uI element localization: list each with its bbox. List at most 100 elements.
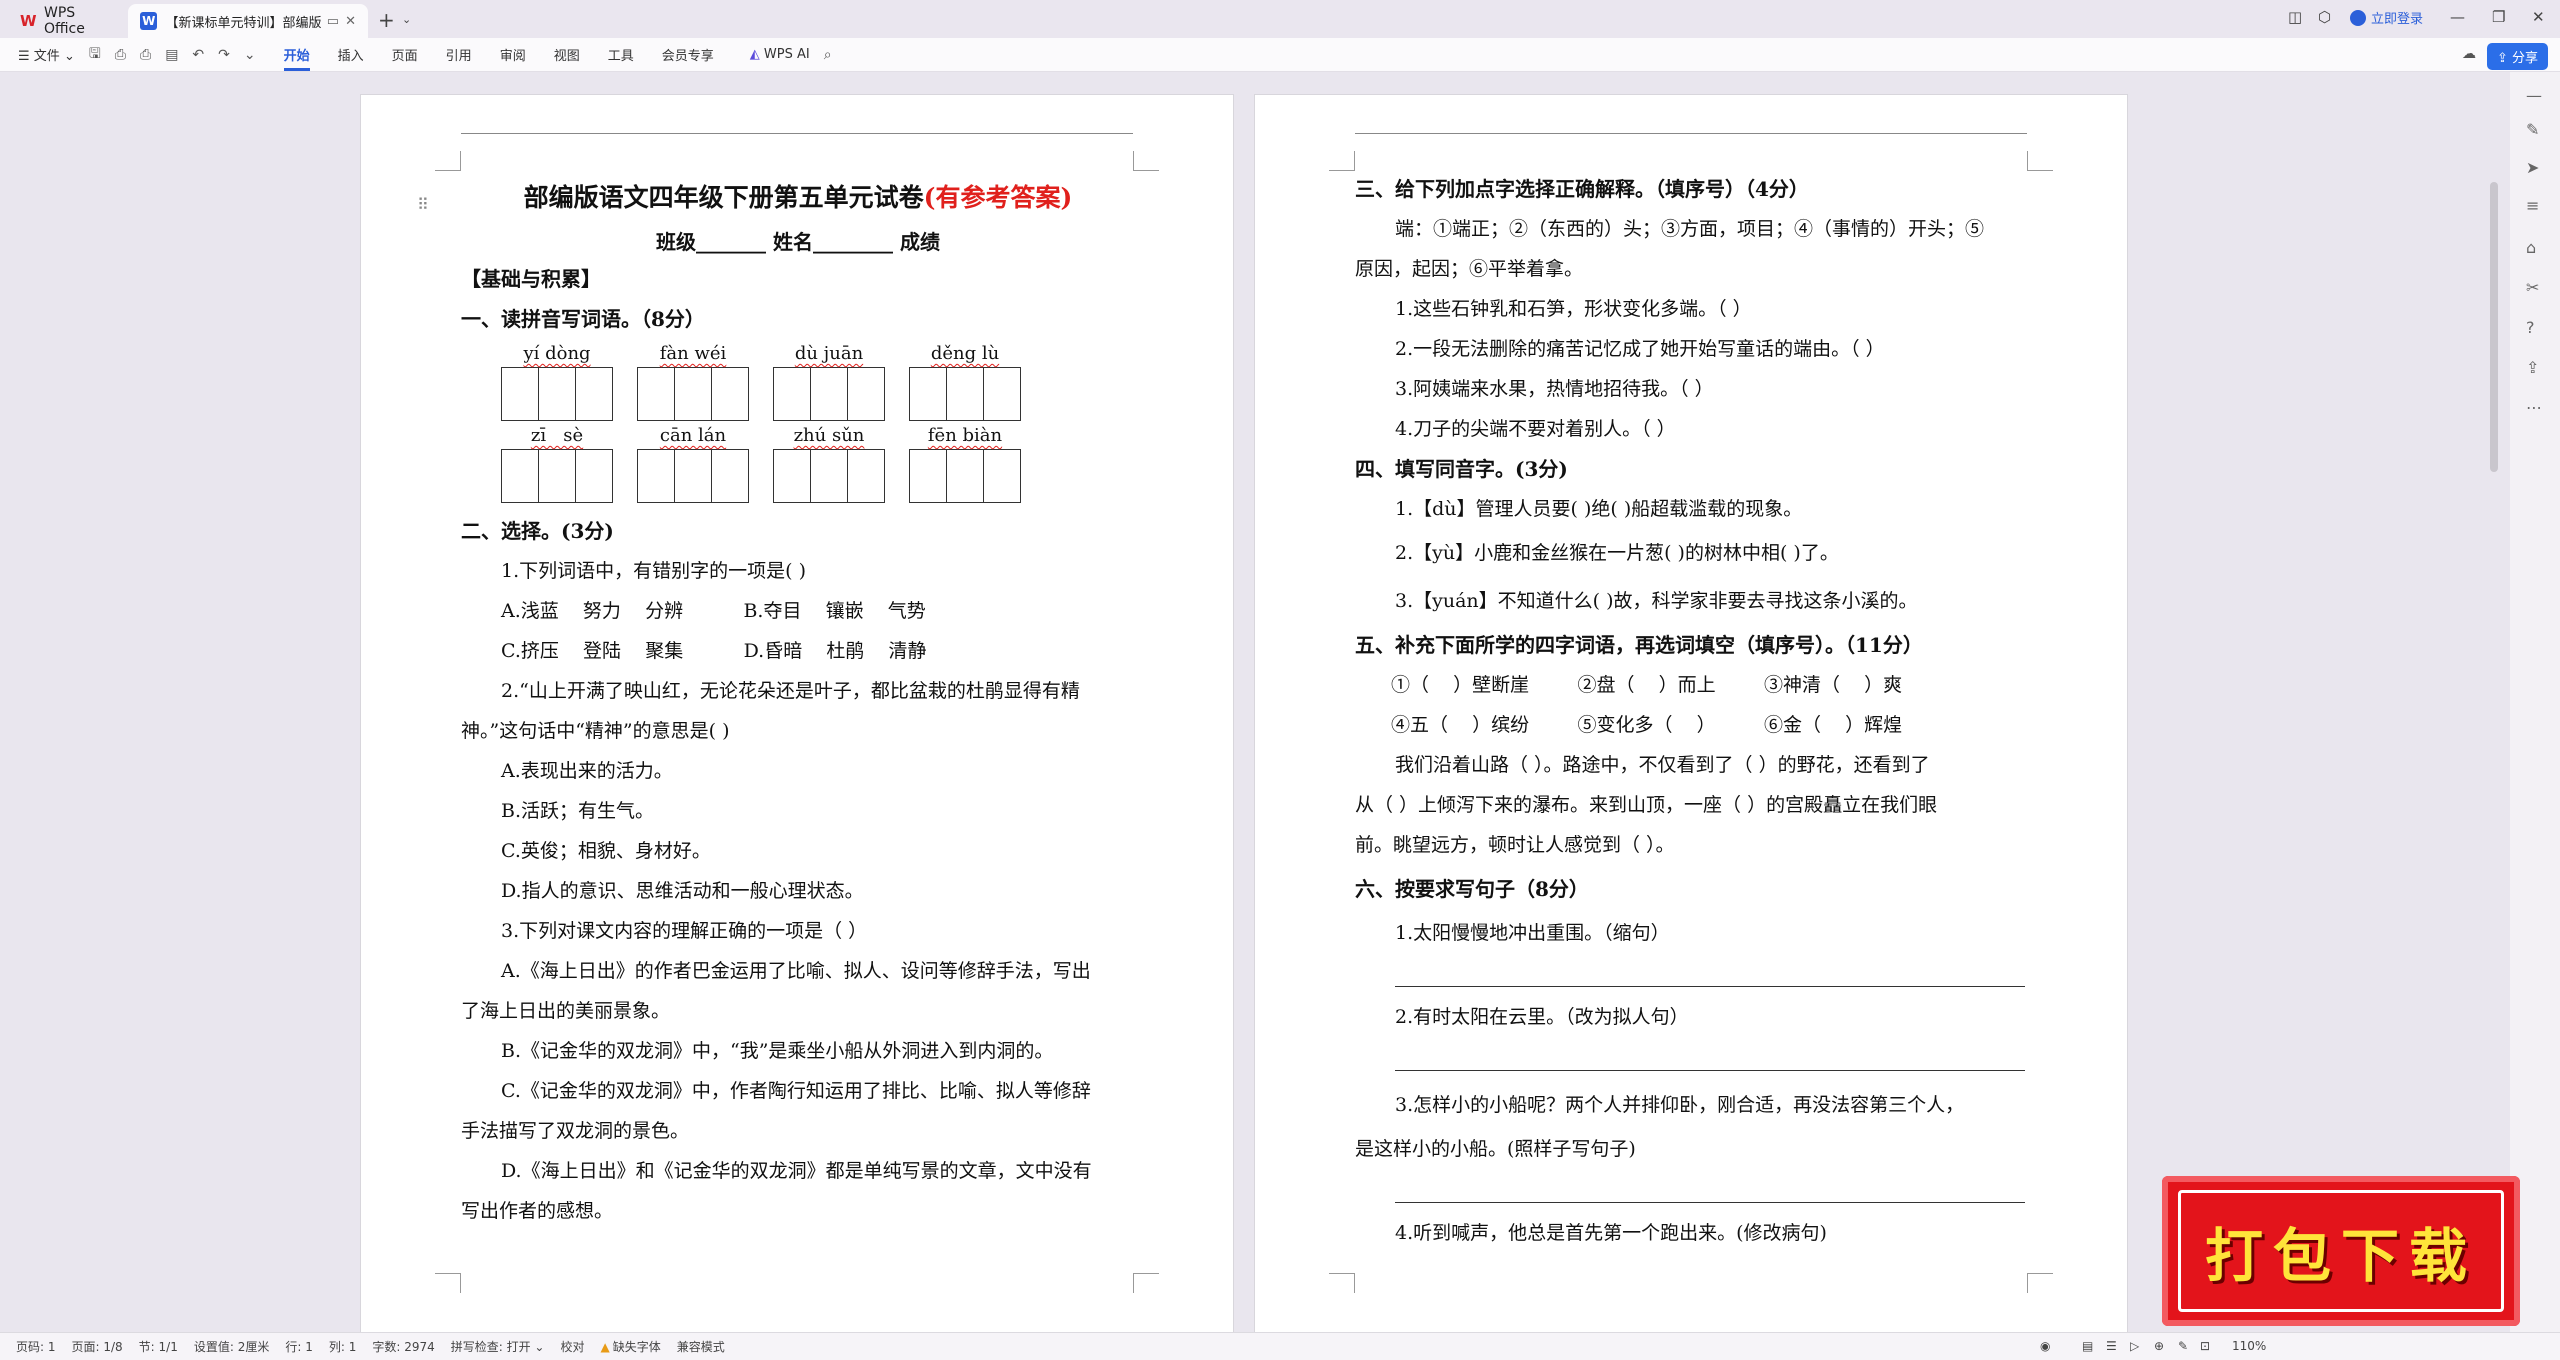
paragraph-text: 我们沿着山路（ ）。路途中，不仅看到了（ ）的野花，还看到了 (1395, 754, 1930, 776)
spell-check-label: 拼写检查: 打开 (450, 1340, 531, 1354)
redo-icon[interactable]: ↷ (218, 47, 230, 63)
status-pages[interactable]: 页面: 1/8 (72, 1338, 123, 1355)
student-info-line: 班级_______ 姓名________ 成绩 (656, 230, 940, 254)
writing-grid[interactable] (909, 367, 1021, 421)
save-icon[interactable]: 🖫 (89, 43, 101, 67)
eye-icon[interactable]: ◉ (2040, 1339, 2050, 1353)
writing-grid[interactable] (637, 449, 749, 503)
writing-grid[interactable] (637, 367, 749, 421)
page-view-icon[interactable]: ▤ (2082, 1339, 2093, 1353)
section-1-heading: 一、读拼音写词语。（8分） (461, 307, 705, 331)
login-label: 立即登录 (2371, 12, 2424, 27)
new-tab-icon[interactable]: + (378, 8, 395, 32)
tab-comment-icon[interactable]: ▭ (327, 14, 339, 29)
cube-icon[interactable]: ⬡ (2318, 8, 2331, 26)
minimize-icon[interactable]: — (2450, 8, 2465, 26)
document-page-1[interactable]: ⠿ 部编版语文四年级下册第五单元试卷(有参考答案) 班级_______ 姓名__… (360, 94, 1234, 1334)
search-icon[interactable]: ⌕ (824, 47, 832, 63)
tab-member[interactable]: 会员专享 (662, 45, 714, 64)
pen-icon[interactable]: ✎ (2178, 1339, 2188, 1353)
section-4-heading: 四、填写同音字。(3分) (1355, 457, 1568, 481)
window-layout-icon[interactable]: ◫ (2288, 8, 2302, 26)
more-icon[interactable]: ⋯ (2526, 398, 2542, 417)
web-view-icon[interactable]: ⊕ (2154, 1339, 2164, 1353)
status-missing-font[interactable]: ▲ 缺失字体 (601, 1338, 661, 1355)
help-icon[interactable]: ? (2526, 318, 2535, 337)
tab-references[interactable]: 引用 (446, 45, 472, 64)
writing-grid[interactable] (501, 367, 613, 421)
vertical-scrollbar[interactable] (2490, 182, 2498, 472)
list-view-icon[interactable]: ☰ (2106, 1339, 2117, 1353)
answer-line[interactable] (1395, 1169, 2025, 1203)
tab-document-label: 【新课标单元特训】部编版语 (165, 15, 321, 31)
writing-grid[interactable] (773, 449, 885, 503)
pinyin-group: fàn wéi (637, 341, 749, 421)
tools-icon[interactable]: ✂ (2526, 278, 2539, 297)
option-line: C.挤压 登陆 聚集 D.昏暗 杜鹃 清静 (501, 640, 927, 662)
print-icon[interactable]: ⎙ (140, 47, 151, 63)
tab-review[interactable]: 审阅 (500, 45, 526, 64)
wps-ai-button[interactable]: ◭ WPS AI (750, 47, 810, 62)
question-text: 1.【dù】管理人员要( )绝( )船超载滥载的现象。 (1395, 498, 1803, 520)
undo-icon[interactable]: ↶ (192, 47, 204, 63)
close-window-icon[interactable]: ✕ (2532, 8, 2545, 26)
tab-view[interactable]: 视图 (554, 45, 580, 64)
share-panel-icon[interactable]: ⇪ (2526, 358, 2539, 377)
edit-pen-icon[interactable]: ✎ (2526, 120, 2539, 139)
tab-page[interactable]: 页面 (392, 45, 418, 64)
answer-line[interactable] (1395, 1037, 2025, 1071)
question-text: 3.怎样小的小船呢？两个人并排仰卧，刚合适，再没法容第三个人， (1395, 1094, 1965, 1116)
status-proofread[interactable]: 校对 (560, 1338, 584, 1355)
more-chevron-icon[interactable]: ⌄ (244, 47, 256, 63)
cloud-sync-icon[interactable]: ☁ (2462, 46, 2476, 62)
status-setting[interactable]: 设置值: 2厘米 (194, 1338, 270, 1355)
status-page-code[interactable]: 页码: 1 (16, 1338, 56, 1355)
tab-start[interactable]: 开始 (283, 45, 310, 71)
section-2-heading: 二、选择。(3分) (461, 519, 614, 543)
ai-logo-icon: ◭ (749, 47, 760, 62)
collapse-panel-icon[interactable]: — (2526, 86, 2542, 105)
pinyin-group: děng lù (909, 341, 1021, 421)
tab-insert[interactable]: 插入 (338, 45, 364, 64)
status-word-count[interactable]: 字数: 2974 (372, 1338, 434, 1355)
export-icon[interactable]: ⎙ (115, 47, 126, 63)
tab-wps-home[interactable]: W WPS Office (8, 4, 128, 38)
fit-page-icon[interactable]: ⊡ (2200, 1339, 2210, 1353)
status-section[interactable]: 节: 1/1 (139, 1338, 178, 1355)
pinyin-text: fàn wéi (659, 343, 727, 364)
style-icon[interactable]: ⌂ (2526, 238, 2536, 257)
document-workspace: ⠿ 部编版语文四年级下册第五单元试卷(有参考答案) 班级_______ 姓名__… (0, 72, 2500, 1334)
stamp-text: 打包下载 (2204, 1222, 2477, 1290)
question-text: 神。”这句话中“精神”的意思是( ) (461, 720, 730, 742)
writing-grid[interactable] (773, 367, 885, 421)
tab-close-icon[interactable]: ✕ (345, 14, 356, 29)
option-line: A.表现出来的活力。 (501, 760, 673, 782)
idiom-line: ④五（ ）缤纷 ⑤变化多（ ） ⑥金（ ）辉煌 (1391, 714, 1903, 736)
zoom-level[interactable]: 110% (2232, 1339, 2266, 1353)
download-promo-stamp[interactable]: 打包下载 (2162, 1176, 2520, 1326)
play-icon[interactable]: ▷ (2130, 1339, 2139, 1353)
question-text: 4.听到喊声，他总是首先第一个跑出来。(修改病句) (1395, 1222, 1827, 1244)
header-line (461, 133, 1133, 134)
restore-icon[interactable]: ❐ (2492, 8, 2505, 26)
tab-list-chevron-icon[interactable]: ⌄ (402, 13, 411, 26)
print-preview-icon[interactable]: ▤ (165, 47, 178, 63)
tab-document[interactable]: W 【新课标单元特训】部编版语 ▭ ✕ (128, 4, 368, 38)
status-spell-check[interactable]: 拼写检查: 打开 ⌄ (451, 1338, 545, 1355)
document-page-2[interactable]: 三、给下列加点字选择正确解释。（填序号）（4分） 端：①端正；②（东西的）头；③… (1254, 94, 2128, 1334)
cursor-select-icon[interactable]: ➤ (2526, 158, 2539, 177)
option-line: D.《海上日出》和《记金华的双龙洞》都是单纯写景的文章，文中没有 (501, 1160, 1092, 1182)
ribbon-toolbar: ☰ 文件 ⌄ 🖫 ⎙ ⎙ ▤ ↶ ↷ ⌄ 开始 插入 页面 引用 审阅 视图 工… (0, 38, 2560, 72)
writing-grid[interactable] (501, 449, 613, 503)
answer-line[interactable] (1395, 953, 2025, 987)
drag-handle-icon[interactable]: ⠿ (417, 195, 429, 214)
wps-logo-icon: W (20, 12, 37, 30)
share-button[interactable]: ⇪ 分享 (2486, 43, 2548, 70)
writing-grid[interactable] (909, 449, 1021, 503)
login-button[interactable]: 立即登录 (2350, 8, 2423, 27)
tab-tools[interactable]: 工具 (608, 45, 634, 64)
option-line: B.活跃；有生气。 (501, 800, 655, 822)
settings-sliders-icon[interactable]: ≡ (2526, 196, 2539, 215)
warning-icon: ▲ (600, 1340, 610, 1354)
file-menu-button[interactable]: ☰ 文件 ⌄ (18, 45, 75, 64)
